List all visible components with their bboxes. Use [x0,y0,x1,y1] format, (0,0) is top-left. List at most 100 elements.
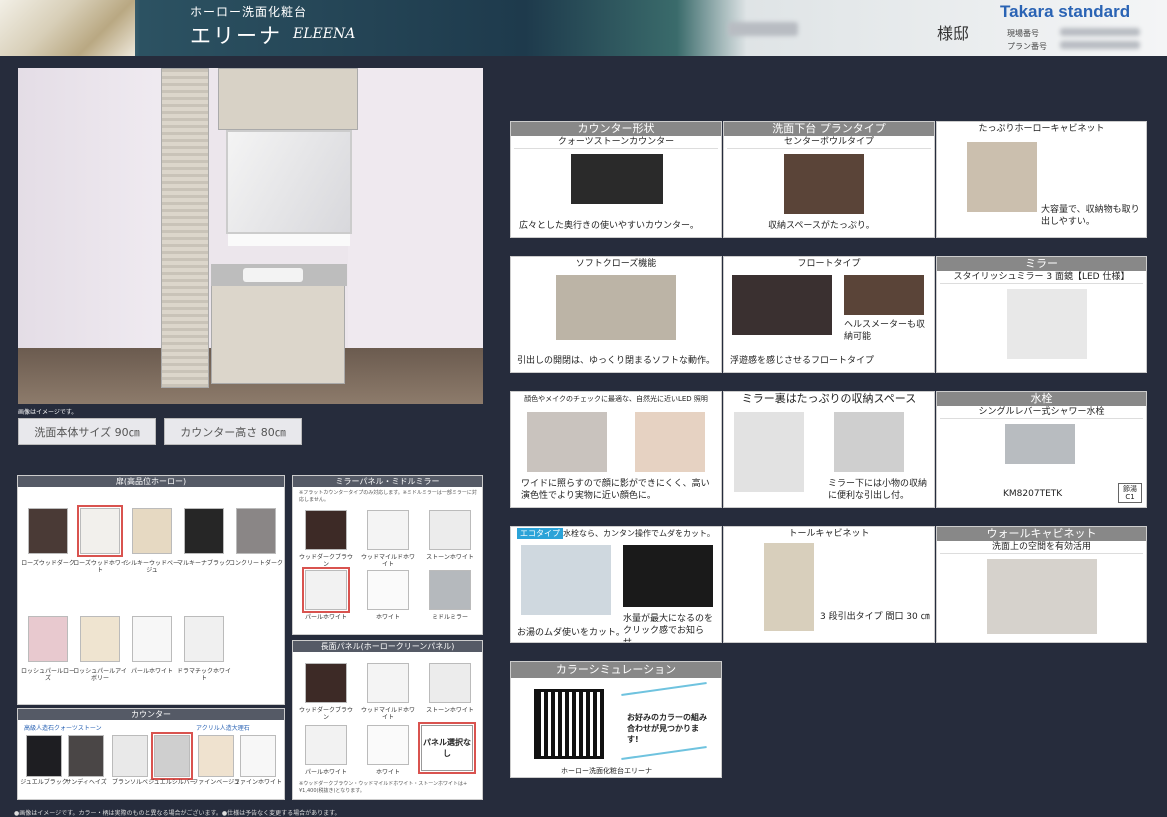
feature-photo [784,154,864,214]
genba-redacted [1060,28,1140,36]
feature-panel: 顔色やメイクのチェックに最適な、自然光に近いLED 照明高演色タイプ LEDワイ… [510,391,722,508]
color-swatch[interactable] [28,616,68,662]
feature-head: ミラー [937,257,1146,271]
feature-text-secondary: ヘルスメーターも収納可能 [844,320,926,342]
vanity-base [211,278,345,384]
side-panel-colors: 長面パネル(ホーロークリーンパネル) ウッドダークブラウン ウッドマイルドホワイト… [292,640,483,800]
swatch-label: シルキーウッドベージュ [124,560,179,574]
feature-panel: カウンター形状 クォーツストーンカウンター広々とした奥行きの使いやすいカウンター。 [510,121,722,238]
feature-subhead: 洗面上の空間を有効活用 [940,541,1143,554]
feature-head: カウンター形状 [511,122,721,136]
feature-photo [734,412,804,492]
feature-photo [967,142,1037,212]
feature-photo [1005,424,1075,464]
sama-label: 様邸 [937,24,970,43]
feature-subhead: スタイリッシュミラー 3 面鏡【LED 仕様】 [940,271,1143,284]
header-title-jp: エリーナ [190,24,282,48]
door-color-panel: 扉(高品位ホーロー) ローズウッドダーク ローズウッドホワイト シルキーウッドベージ… [17,475,285,705]
swatch-label: ホワイト [375,769,400,776]
feature-panel: フロートタイプ 浮遊感を感じさせるフロートタイプ ヘルスメーターも収納可能 [723,256,935,373]
swatch-label: ミドルミラー [431,614,468,621]
feature-head: ソフトクローズ機能 [511,257,721,271]
feature-photo [527,412,607,472]
color-swatch[interactable] [429,570,471,610]
swatch-label: コンクリートダーク [228,560,283,567]
color-swatch[interactable] [236,508,276,554]
feature-text: 収納スペースがたっぷり。 [768,221,875,231]
swatch-label: ローズウッドダーク [21,560,75,567]
swatch-label: ウッドダークブラウン [298,707,353,721]
color-swatch[interactable] [132,508,172,554]
color-swatch[interactable] [184,616,224,662]
feature-photo [623,545,713,607]
feature-text: ワイドに照らすので顔に影ができにくく、高い演色性でより実物に近い顔色に。 [521,479,710,501]
mirror-panel-colors: ミラーパネル・ミドルミラー ※フラットカウンタータイプのみ対応します。※ミドルミ… [292,475,483,635]
color-swatch[interactable] [367,510,409,550]
feature-photo [732,275,832,335]
color-swatch[interactable] [68,735,104,777]
upper-cabinet [218,68,358,130]
color-swatch[interactable] [198,735,234,777]
swatch-label: ファインホワイト [233,779,282,786]
color-swatch[interactable] [28,508,68,554]
mirror [226,130,352,234]
color-swatch[interactable] [429,663,471,703]
color-swatch[interactable] [26,735,62,777]
feature-photo [764,543,814,631]
feature-photo [834,412,904,472]
color-swatch[interactable] [305,725,347,765]
soap-photo [0,0,135,56]
feature-panel: 水栓なら、カンタン操作でムダをカット。 エコタイプ お湯のムダ使いをカット。 水量が最… [510,526,722,643]
feature-text-secondary: 水量が最大になるのをクリック感でお知らせ。 [623,614,714,643]
feature-subhead: センターボウルタイプ [727,136,931,149]
color-swatch[interactable] [367,663,409,703]
color-swatch[interactable] [302,567,350,613]
feature-text: 大容量で、収納物も取り出しやすい。 [1041,205,1140,227]
feature-text: 引出しの開閉は、ゆっくり閉まるソフトな動作。 [517,356,716,366]
feature-subhead: クォーツストーンカウンター [514,136,718,149]
feature-head: 洗面下台 プランタイプ [724,122,934,136]
swatch-label: ストーンホワイト [426,707,474,714]
swatch-label: ホワイト [375,614,400,621]
panel-none-option[interactable]: パネル選択なし [418,722,476,774]
plan-info: 現場番号 プラン番号 [1007,29,1047,51]
side-panel-note: ※ウッドダークブラウン・ウッドマイルドホワイト・ストーンホワイトは+¥1,400… [299,781,468,794]
swatch-label: マルキーナブラック [176,560,231,567]
feature-photo [556,275,676,340]
color-swatch[interactable] [77,505,123,557]
counter-sub-quartz: 高級人造石クォーツストーン [24,725,102,732]
color-swatch[interactable] [429,510,471,550]
feature-text: 浮遊感を感じさせるフロートタイプ [730,356,875,366]
swatch-label: パールホワイト [304,614,347,621]
mirror-panel-head: ミラーパネル・ミドルミラー [293,476,482,487]
color-swatch[interactable] [367,725,409,765]
image-note: 画像はイメージです。 [18,409,78,416]
color-swatch[interactable] [305,663,347,703]
color-swatch[interactable] [80,616,120,662]
feature-text: 広々とした奥行きの使いやすいカウンター。 [519,221,699,231]
color-swatch[interactable] [151,732,193,780]
feature-photo [844,275,924,315]
feature-photo [635,412,705,472]
tall-cabinet [161,68,209,388]
color-swatch[interactable] [240,735,276,777]
color-swatch[interactable] [367,570,409,610]
customer-name-redacted [728,22,798,36]
swatch-label: ウッドマイルドホワイト [360,707,415,721]
mirror-panel-note: ※フラットカウンタータイプのみ対応します。※ミドルミラーは一部ミラーに対応しませ… [299,490,477,503]
color-swatch[interactable] [132,616,172,662]
feature-panel: ミラー裏はたっぷりの収納スペース ミラー下には小物の収納に便利な引出し付。 [723,391,935,508]
takara-logo: Takara standard [1000,2,1131,21]
body-size-label: 洗面本体サイズ 90㎝ [18,418,156,445]
door-head: 扉(高品位ホーロー) [18,476,284,487]
color-swatch[interactable] [305,510,347,550]
feature-head: たっぷりホーローキャビネット [937,122,1146,136]
qr-code[interactable] [534,689,604,759]
color-swatch[interactable] [112,735,148,777]
feature-photo [987,559,1097,634]
color-simulation-panel: カラーシミュレーション お好みのカラーの組み合わせが見つかります! ホーロー洗面… [510,661,722,778]
feature-text: ミラー下には小物の収納に便利な引出し付。 [828,479,928,501]
feature-panel: たっぷりホーローキャビネット大容量で、収納物も取り出しやすい。 [936,121,1147,238]
color-swatch[interactable] [184,508,224,554]
color-sim-caption: ホーロー洗面化粧台エリーナ [561,767,652,775]
